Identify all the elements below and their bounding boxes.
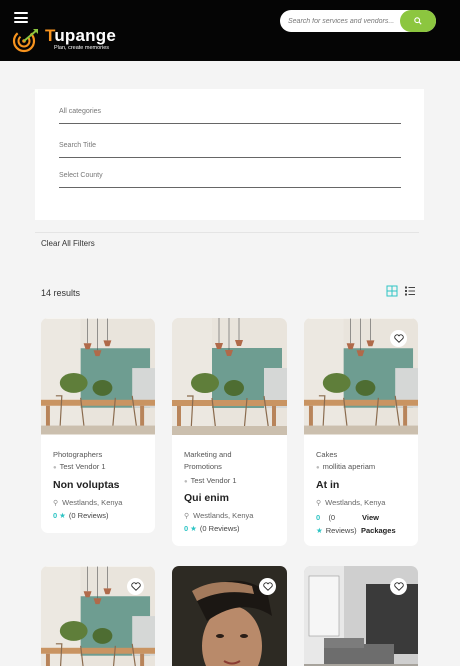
card-vendor[interactable]: ● Test Vendor 1 bbox=[53, 462, 106, 471]
star-icon: ★ bbox=[190, 524, 197, 533]
location-pin-icon: ⚲ bbox=[316, 500, 322, 507]
heart-icon bbox=[393, 582, 404, 591]
card-category: Cakes bbox=[316, 450, 338, 459]
heart-icon bbox=[262, 582, 273, 591]
star-icon: ★ bbox=[316, 526, 323, 535]
clear-filters-link[interactable]: Clear All Filters bbox=[41, 239, 95, 248]
results-count: 14 results bbox=[41, 288, 81, 298]
grid-view-icon[interactable] bbox=[386, 285, 398, 297]
favorite-button[interactable] bbox=[390, 578, 407, 595]
top-header: Tupange Plan, create memories bbox=[0, 0, 460, 61]
heart-icon bbox=[393, 334, 404, 343]
favorite-button[interactable] bbox=[390, 330, 407, 347]
list-view-icon[interactable] bbox=[404, 285, 416, 297]
location-pin-icon: ⚲ bbox=[53, 500, 59, 507]
favorite-button[interactable] bbox=[127, 578, 144, 595]
search-button[interactable] bbox=[400, 10, 436, 32]
card-location: ⚲ Westlands, Kenya bbox=[184, 511, 254, 520]
card-rating: 0 (0 ★ Reviews) bbox=[316, 513, 357, 535]
card-vendor[interactable]: ● mollitia aperiam bbox=[316, 462, 375, 471]
divider bbox=[35, 232, 419, 233]
card-location: ⚲ Westlands, Kenya bbox=[316, 498, 386, 507]
view-packages-link[interactable]: View Packages bbox=[361, 511, 396, 537]
logo-name[interactable]: Tupange bbox=[45, 26, 116, 46]
card-category: Marketing and Promotions bbox=[184, 450, 232, 471]
location-pin-icon: ⚲ bbox=[184, 513, 190, 520]
card-location: ⚲ Westlands, Kenya bbox=[53, 498, 123, 507]
vendor-card[interactable] bbox=[304, 566, 418, 666]
vendor-card[interactable]: Cakes ● mollitia aperiam At in ⚲ Westlands… bbox=[304, 318, 418, 546]
vendor-card[interactable]: Marketing and Promotions ● Test Vendor 1 Q… bbox=[172, 318, 287, 546]
card-image[interactable] bbox=[172, 318, 287, 435]
favorite-button[interactable] bbox=[259, 578, 276, 595]
logo-icon bbox=[12, 29, 38, 53]
logo-tagline: Plan, create memories bbox=[54, 45, 110, 51]
star-icon: ★ bbox=[59, 511, 66, 520]
vendor-card[interactable] bbox=[41, 566, 155, 666]
heart-icon bbox=[130, 582, 141, 591]
vendor-card[interactable]: Photographers ● Test Vendor 1 Non volupta… bbox=[41, 318, 155, 533]
category-select[interactable]: All categories bbox=[59, 104, 401, 124]
card-image[interactable] bbox=[41, 318, 155, 435]
vendor-card[interactable] bbox=[172, 566, 287, 666]
menu-icon[interactable] bbox=[14, 12, 28, 23]
card-rating: 0 ★ (0 Reviews) bbox=[184, 524, 240, 533]
search-input[interactable] bbox=[288, 14, 400, 28]
card-rating: 0 ★ (0 Reviews) bbox=[53, 511, 109, 520]
card-title[interactable]: At in bbox=[316, 479, 339, 491]
card-vendor[interactable]: ● Test Vendor 1 bbox=[184, 476, 237, 485]
title-search-field[interactable]: Search Title bbox=[59, 138, 401, 158]
card-category: Photographers bbox=[53, 450, 103, 459]
card-title[interactable]: Qui enim bbox=[184, 492, 229, 504]
county-select[interactable]: Select County bbox=[59, 168, 401, 188]
search-icon bbox=[414, 17, 422, 25]
card-title[interactable]: Non voluptas bbox=[53, 479, 120, 491]
header-search bbox=[280, 10, 436, 32]
